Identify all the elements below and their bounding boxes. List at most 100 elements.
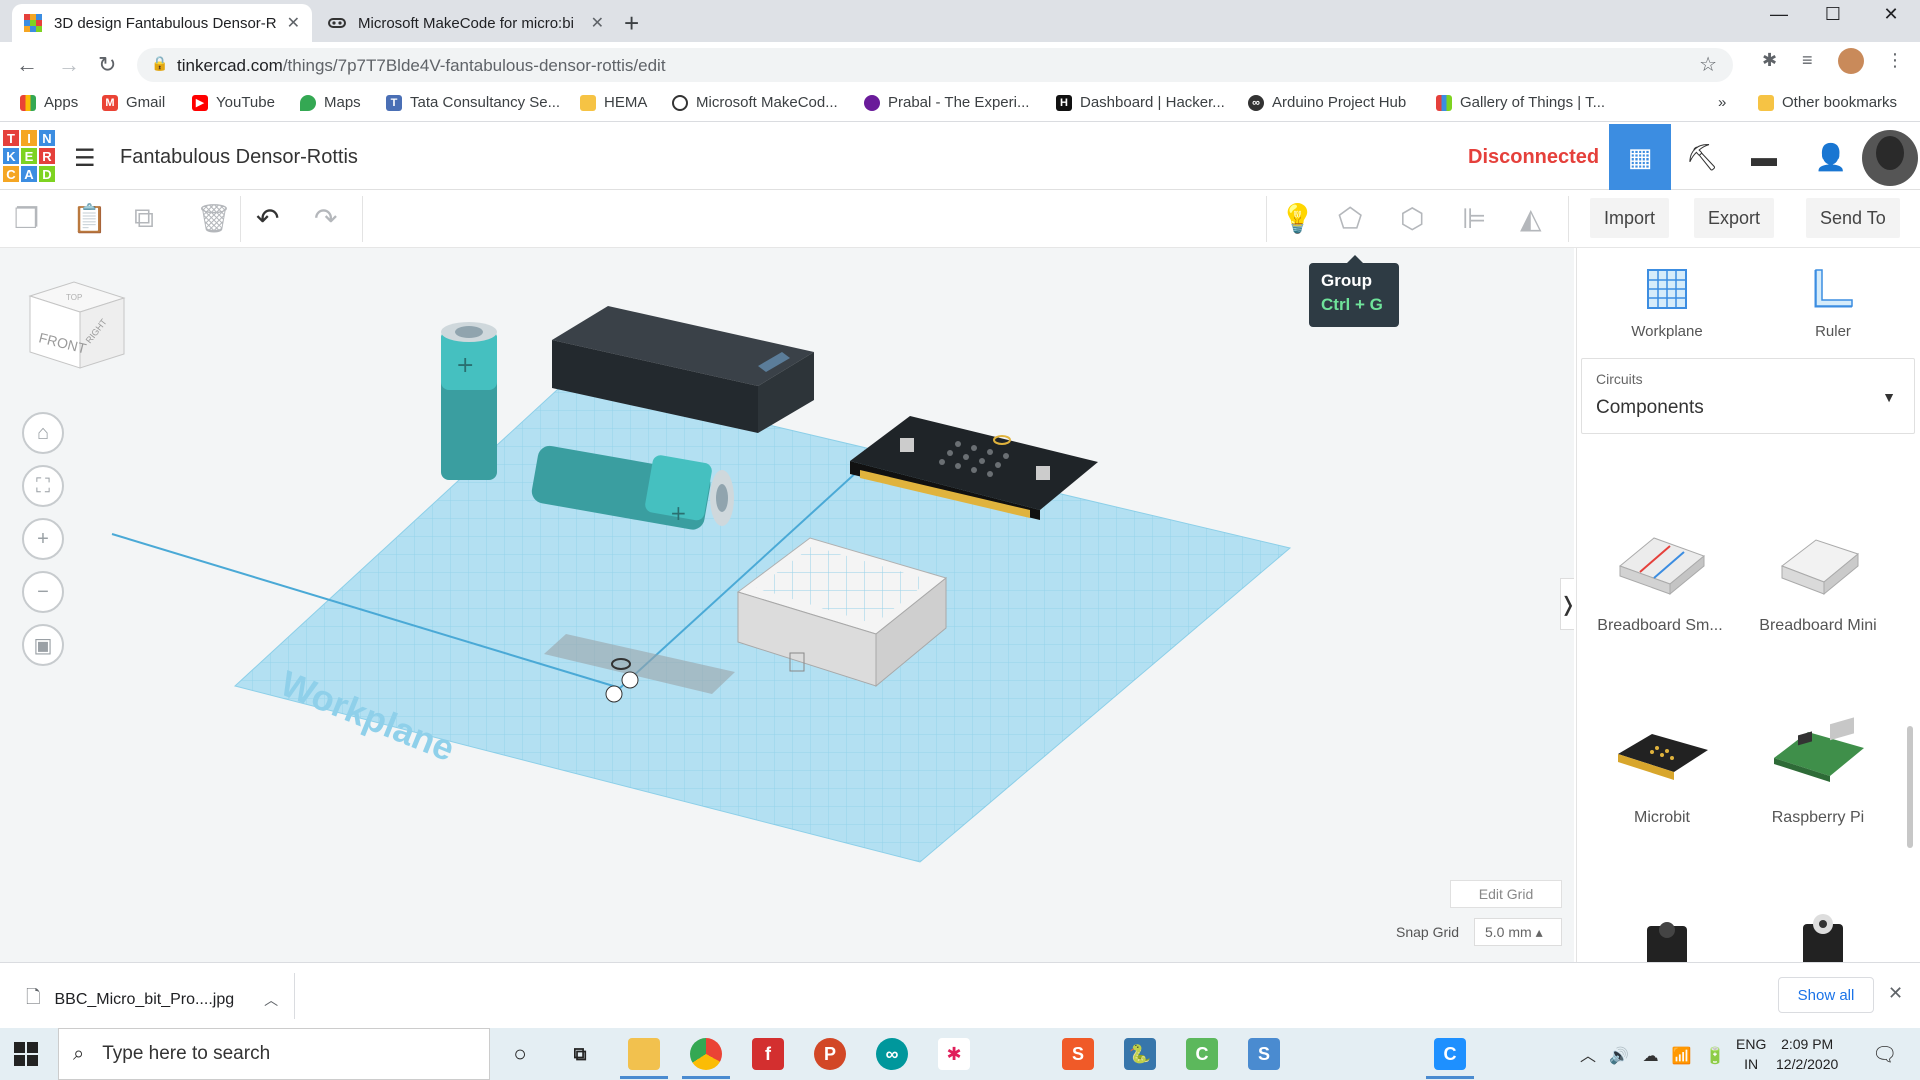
component-breadboard-small[interactable]: Breadboard Sm... <box>1585 522 1735 635</box>
maximize-icon[interactable]: ☐ <box>1810 4 1856 25</box>
taskbar-search[interactable]: ⌕ Type here to search <box>58 1028 490 1080</box>
lightbulb-icon[interactable]: 💡 <box>1280 202 1315 235</box>
download-item[interactable]: 🗋 BBC_Micro_bit_Pro....jpg ︿ <box>26 985 278 1015</box>
ungroup-icon[interactable]: ⬡ <box>1400 202 1424 235</box>
bookmark-star-icon[interactable]: ☆ <box>1699 52 1717 77</box>
windows-start-icon[interactable] <box>14 1042 38 1066</box>
align-icon[interactable]: ⊫ <box>1462 202 1486 235</box>
3d-workspace[interactable]: Workplane + + FRONT RIGHT TOP ⌂ ⛶ + − ▣ … <box>0 248 1574 962</box>
search-icon: ⌕ <box>73 1042 85 1065</box>
snap-grid-select[interactable]: 5.0 mm ▴ <box>1474 918 1562 946</box>
bookmark-apps[interactable]: Apps <box>20 94 78 111</box>
fit-view-icon[interactable]: ⛶ <box>22 465 64 507</box>
design-list-icon[interactable]: ☰ <box>74 144 96 173</box>
notifications-icon[interactable]: 🗨 <box>1872 1042 1897 1067</box>
design-title[interactable]: Fantabulous Densor-Rottis <box>120 146 358 169</box>
export-button[interactable]: Export <box>1694 198 1775 238</box>
view-cube[interactable]: FRONT RIGHT TOP <box>24 278 128 378</box>
paste-icon[interactable]: 📋 <box>72 202 107 235</box>
pickaxe-icon[interactable]: ⛏ <box>1671 124 1733 190</box>
media-control-icon[interactable]: ≡ <box>1802 50 1813 71</box>
mirror-icon[interactable]: ◭ <box>1520 202 1542 235</box>
other-bookmarks[interactable]: Other bookmarks <box>1758 94 1897 111</box>
language-indicator[interactable]: ENG IN <box>1736 1034 1766 1074</box>
add-user-icon[interactable]: 👤 <box>1800 124 1862 190</box>
shape-category-select[interactable]: Circuits Components ▼ <box>1581 358 1915 434</box>
close-icon[interactable]: ✕ <box>1888 983 1903 1004</box>
flash-icon[interactable]: f <box>752 1038 784 1070</box>
panel-collapse-chevron-icon[interactable]: ❭ <box>1560 578 1574 630</box>
component-microbit[interactable]: Microbit <box>1587 714 1737 827</box>
reload-icon[interactable]: ↻ <box>98 52 116 78</box>
bricks-icon[interactable]: ▬ <box>1733 124 1795 190</box>
tab-makecode[interactable]: Microsoft MakeCode for micro:bi ✕ <box>316 4 616 42</box>
edit-grid-button[interactable]: Edit Grid <box>1450 880 1562 908</box>
perspective-icon[interactable]: ▣ <box>22 624 64 666</box>
bookmarks-overflow[interactable]: » <box>1718 94 1726 111</box>
component-servo-partial[interactable] <box>1793 910 1853 962</box>
bookmark-hema[interactable]: HEMA <box>580 94 647 111</box>
arduino-ide-icon[interactable]: ∞ <box>876 1038 908 1070</box>
ruler-tool[interactable]: Ruler <box>1773 266 1893 340</box>
component-raspberry-pi[interactable]: Raspberry Pi <box>1743 714 1893 827</box>
3d-scene[interactable]: Workplane + + <box>0 248 1574 962</box>
file-explorer-icon[interactable] <box>628 1038 660 1070</box>
workplane-tool[interactable]: Workplane <box>1607 266 1727 340</box>
cortana-icon[interactable]: ○ <box>504 1038 536 1070</box>
python-icon[interactable]: 🐍 <box>1124 1038 1156 1070</box>
bookmark-tcs[interactable]: T Tata Consultancy Se... <box>386 94 560 111</box>
copy-icon[interactable]: ❐ <box>14 202 39 235</box>
download-bar: 🗋 BBC_Micro_bit_Pro....jpg ︿ Show all ✕ <box>0 962 1920 1028</box>
slack-icon[interactable]: ✱ <box>938 1038 970 1070</box>
bookmark-youtube[interactable]: ▶ YouTube <box>192 94 275 111</box>
component-servo-partial[interactable] <box>1637 916 1697 962</box>
extensions-icon[interactable]: ✱ <box>1762 50 1777 71</box>
bookmark-prabal[interactable]: Prabal - The Experi... <box>864 94 1029 111</box>
address-bar[interactable]: 🔒 tinkercad.com/things/7p7T7Blde4V-fanta… <box>137 48 1733 82</box>
undo-icon[interactable]: ↶ <box>256 202 279 235</box>
back-arrow-icon[interactable]: ← <box>16 52 38 78</box>
component-label: Breadboard Mini <box>1759 617 1877 634</box>
component-breadboard-mini[interactable]: Breadboard Mini <box>1743 522 1893 635</box>
battery-standing[interactable]: + <box>441 322 497 480</box>
zoom-in-icon[interactable]: + <box>22 518 64 560</box>
duplicate-icon[interactable]: ⧉ <box>134 202 154 235</box>
task-view-icon[interactable]: ⧉ <box>564 1038 596 1070</box>
close-icon[interactable]: ✕ <box>591 13 604 33</box>
chevron-up-icon[interactable]: ︿ <box>264 990 278 1010</box>
bookmark-hackerrank[interactable]: H Dashboard | Hacker... <box>1056 94 1225 111</box>
bookmark-arduino[interactable]: ∞ Arduino Project Hub <box>1248 94 1406 111</box>
send-to-button[interactable]: Send To <box>1806 198 1900 238</box>
chrome-icon[interactable] <box>690 1038 722 1070</box>
taskbar-clock[interactable]: 2:09 PM 12/2/2020 <box>1776 1034 1838 1074</box>
panel-scrollbar[interactable] <box>1907 726 1913 848</box>
forward-arrow-icon[interactable]: → <box>58 52 80 78</box>
sway-icon[interactable]: S <box>1248 1038 1280 1070</box>
home-view-icon[interactable]: ⌂ <box>22 412 64 454</box>
user-avatar[interactable] <box>1862 130 1918 186</box>
minimize-icon[interactable]: — <box>1756 4 1802 25</box>
import-button[interactable]: Import <box>1590 198 1670 238</box>
bookmark-gmail[interactable]: M Gmail <box>102 94 165 111</box>
sublime-icon[interactable]: S <box>1062 1038 1094 1070</box>
app-c-icon[interactable]: C <box>1434 1038 1466 1070</box>
trash-icon[interactable]: 🗑 <box>196 202 232 235</box>
powerpoint-icon[interactable]: P <box>814 1038 846 1070</box>
window-close-icon[interactable]: ✕ <box>1868 4 1914 25</box>
camtasia-icon[interactable]: C <box>1186 1038 1218 1070</box>
close-icon[interactable]: ✕ <box>287 13 300 33</box>
tab-tinkercad[interactable]: 3D design Fantabulous Densor-R ✕ <box>12 4 312 42</box>
bookmark-makecode[interactable]: Microsoft MakeCod... <box>672 94 838 111</box>
bookmark-gallery[interactable]: Gallery of Things | T... <box>1436 94 1605 111</box>
profile-avatar[interactable] <box>1838 48 1864 74</box>
tinkercad-logo[interactable]: T I N K E R C A D <box>2 129 56 183</box>
system-tray[interactable]: ︿ 🔊 ☁ 📶 🔋 <box>1580 1042 1725 1066</box>
zoom-out-icon[interactable]: − <box>22 571 64 613</box>
bookmark-maps[interactable]: Maps <box>300 94 361 111</box>
group-icon[interactable]: ⬠ <box>1338 202 1362 235</box>
redo-icon[interactable]: ↷ <box>314 202 337 235</box>
3d-view-grid-icon[interactable]: ▦ <box>1609 124 1671 190</box>
new-tab-button[interactable]: + <box>624 8 639 39</box>
show-all-button[interactable]: Show all <box>1778 977 1874 1013</box>
chrome-menu-icon[interactable]: ⋮ <box>1886 50 1904 71</box>
